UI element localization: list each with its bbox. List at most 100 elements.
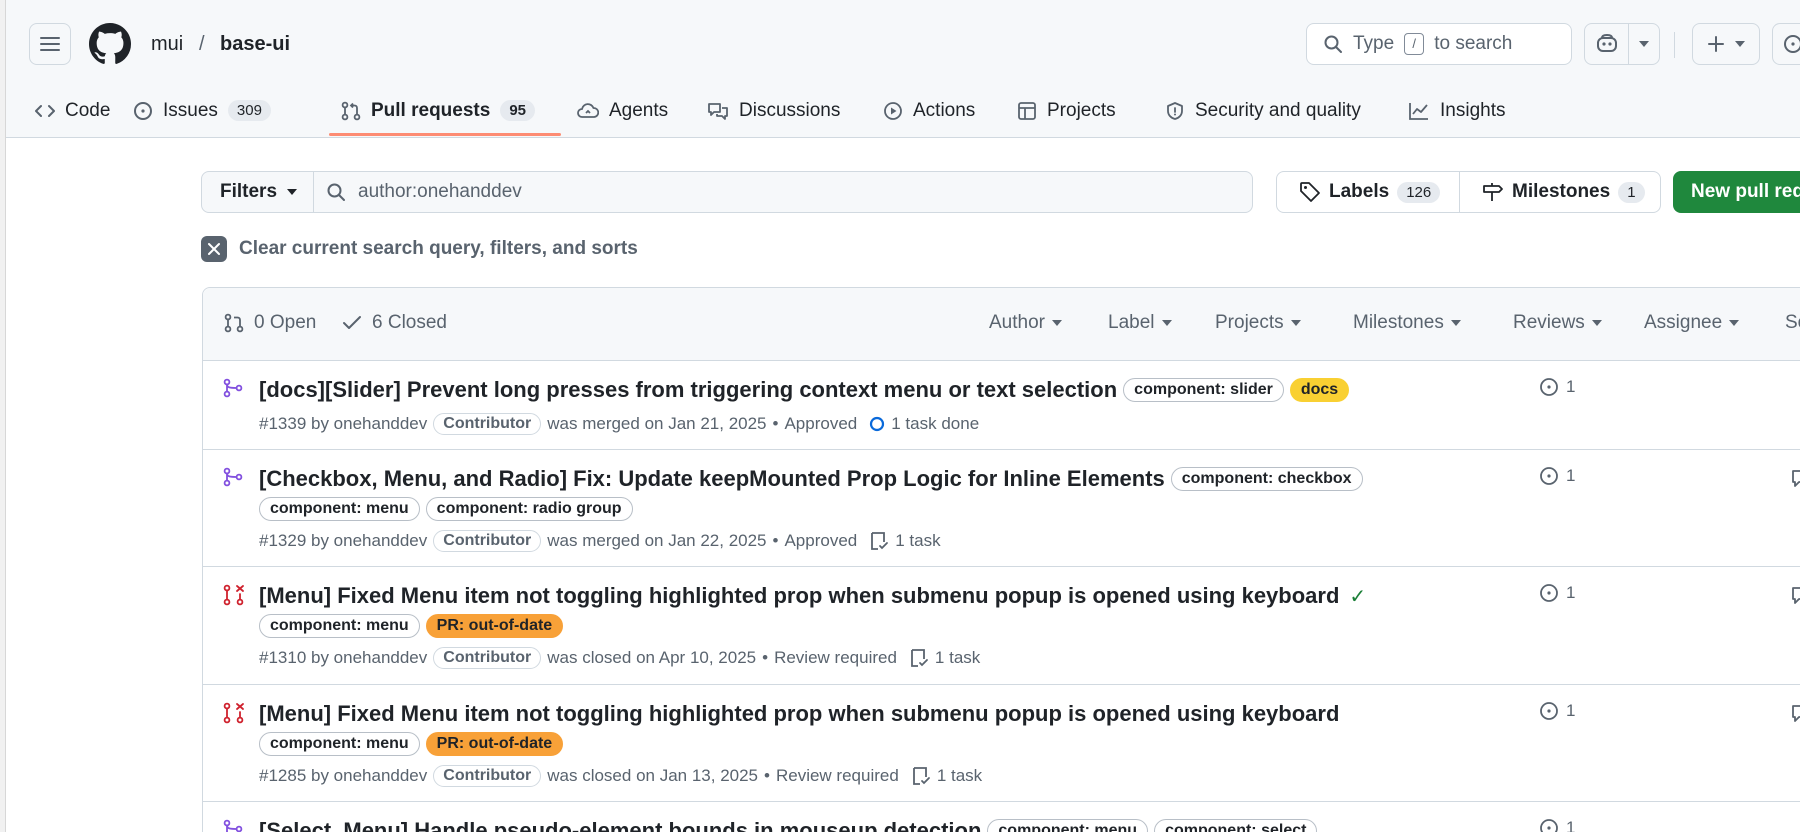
pr-number-author[interactable]: #1285 by onehanddev [259, 766, 427, 786]
pull-request-icon [224, 313, 244, 333]
label-filter[interactable]: Label [1108, 312, 1172, 334]
sort-filter-label: Sort [1785, 312, 1800, 333]
pull-request-title-link[interactable]: [Menu] Fixed Menu item not toggling high… [259, 701, 1339, 727]
issues-button[interactable] [1772, 23, 1800, 65]
tab-issues[interactable]: Issues 309 [133, 83, 271, 138]
copilot-chat-button[interactable] [1585, 24, 1629, 64]
search-input[interactable] [358, 181, 1208, 203]
search-field[interactable] [313, 171, 1253, 213]
repo-owner-link[interactable]: mui [151, 33, 183, 56]
play-icon [884, 101, 902, 120]
pull-request-title-link[interactable]: [Menu] Fixed Menu item not toggling high… [259, 583, 1339, 609]
meta-separator: • [772, 414, 779, 433]
linked-issues[interactable]: 1 [1539, 377, 1575, 397]
label-badge[interactable]: component: menu [987, 819, 1149, 832]
label-badge[interactable]: docs [1289, 378, 1350, 402]
label-badge[interactable]: component: menu [259, 497, 420, 521]
pr-number-author[interactable]: #1329 by onehanddev [259, 531, 427, 551]
checks-passed-icon[interactable]: ✓ [1349, 584, 1366, 609]
chevron-down-icon [1051, 320, 1062, 326]
sort-filter[interactable]: Sort [1785, 312, 1800, 334]
copilot-menu-caret[interactable] [1629, 41, 1659, 47]
comment-icon[interactable] [1791, 468, 1800, 488]
repo-separator: / [199, 33, 205, 55]
linked-issues[interactable]: 1 [1539, 466, 1575, 486]
tab-agents[interactable]: Agents [577, 83, 668, 138]
label-badge[interactable]: component: radio group [425, 497, 633, 521]
comment-icon[interactable] [1791, 703, 1800, 723]
tab-insights[interactable]: Insights [1408, 83, 1505, 138]
label-filter-label: Label [1108, 312, 1155, 333]
title-line: [Checkbox, Menu, and Radio] Fix: Update … [259, 466, 1363, 492]
label-badge[interactable]: component: menu [259, 614, 420, 638]
milestones-filter[interactable]: Milestones [1353, 312, 1461, 334]
pull-request-icon [341, 101, 361, 120]
label-badge[interactable]: component: slider [1123, 378, 1284, 402]
contributor-badge: Contributor [433, 530, 542, 552]
task-count: 1 task done [891, 414, 980, 433]
review-status[interactable]: Approved [784, 414, 857, 434]
tab-label: Discussions [739, 99, 841, 121]
create-new-button[interactable] [1692, 23, 1760, 65]
label-badge[interactable]: PR: out-of-date [425, 732, 564, 756]
agents-icon [577, 102, 599, 118]
task-progress: 1 task [911, 766, 982, 786]
tab-label: Pull requests [371, 99, 491, 121]
close-icon [201, 236, 227, 262]
repo-header: mui / base-ui Type / to search Code Issu… [6, 0, 1800, 138]
menu-button[interactable] [29, 23, 71, 65]
repo-nav-tabs: Code Issues 309 Pull requests 95 Agents … [6, 83, 1800, 138]
closed-pr-icon [223, 584, 244, 606]
contributor-badge: Contributor [433, 413, 542, 435]
pr-number-author[interactable]: #1339 by onehanddev [259, 414, 427, 434]
label-badge[interactable]: component: menu [259, 732, 420, 756]
review-status[interactable]: Review required [774, 648, 897, 668]
contributor-badge: Contributor [433, 647, 542, 669]
closed-filter[interactable]: 6 Closed [342, 312, 447, 334]
label-badge[interactable]: component: select [1154, 819, 1318, 832]
pull-request-row: [Menu] Fixed Menu item not toggling high… [203, 685, 1800, 802]
chevron-down-icon [1591, 320, 1602, 326]
tab-actions[interactable]: Actions [883, 83, 975, 138]
repo-name-link[interactable]: base-ui [220, 33, 290, 56]
tab-code[interactable]: Code [35, 83, 110, 138]
assignee-filter[interactable]: Assignee [1644, 312, 1740, 334]
copilot-icon [1596, 34, 1617, 52]
new-pull-request-button[interactable]: New pull request [1673, 171, 1800, 213]
open-filter[interactable]: 0 Open [224, 312, 316, 334]
pull-request-list: 0 Open 6 Closed Author Label Projects Mi… [202, 287, 1800, 832]
global-search-button[interactable]: Type / to search [1306, 23, 1572, 65]
linked-issues[interactable]: 1 [1539, 583, 1575, 603]
pull-request-title-link[interactable]: [docs][Slider] Prevent long presses from… [259, 377, 1117, 403]
tab-pull-requests[interactable]: Pull requests 95 [341, 83, 536, 138]
pull-request-title-link[interactable]: [Select, Menu] Handle pseudo-element bou… [259, 818, 981, 832]
pull-request-row: [Select, Menu] Handle pseudo-element bou… [203, 802, 1800, 832]
pr-number-author[interactable]: #1310 by onehanddev [259, 648, 427, 668]
pull-request-title-link[interactable]: [Checkbox, Menu, and Radio] Fix: Update … [259, 466, 1165, 492]
clear-filters-link[interactable]: Clear current search query, filters, and… [201, 236, 638, 262]
tab-projects[interactable]: Projects [1017, 83, 1116, 138]
review-status[interactable]: Review required [776, 766, 899, 786]
linked-issues[interactable]: 1 [1539, 701, 1575, 721]
label-badge[interactable]: PR: out-of-date [425, 614, 564, 638]
linked-issues[interactable]: 1 [1539, 818, 1575, 832]
pull-request-meta: #1310 by onehanddev Contributor was clos… [259, 647, 980, 669]
task-count: 1 task [895, 531, 941, 550]
tab-label: Projects [1047, 99, 1116, 121]
label-badge[interactable]: component: checkbox [1170, 467, 1363, 491]
projects-filter[interactable]: Projects [1215, 312, 1301, 334]
tab-label: Code [65, 99, 111, 121]
github-logo-icon[interactable] [89, 23, 131, 65]
filters-dropdown[interactable]: Filters [201, 171, 314, 213]
tab-discussions[interactable]: Discussions [707, 83, 840, 138]
author-filter[interactable]: Author [989, 312, 1062, 334]
tab-security[interactable]: Security and quality [1165, 83, 1361, 138]
copilot-button[interactable] [1584, 23, 1660, 65]
reviews-filter[interactable]: Reviews [1513, 312, 1602, 334]
milestones-button[interactable]: Milestones 1 [1459, 171, 1661, 213]
comment-icon[interactable] [1791, 585, 1800, 605]
reviews-filter-label: Reviews [1513, 312, 1585, 333]
chevron-down-icon [1161, 320, 1172, 326]
review-status[interactable]: Approved [784, 531, 857, 551]
labels-button[interactable]: Labels 126 [1276, 171, 1460, 213]
